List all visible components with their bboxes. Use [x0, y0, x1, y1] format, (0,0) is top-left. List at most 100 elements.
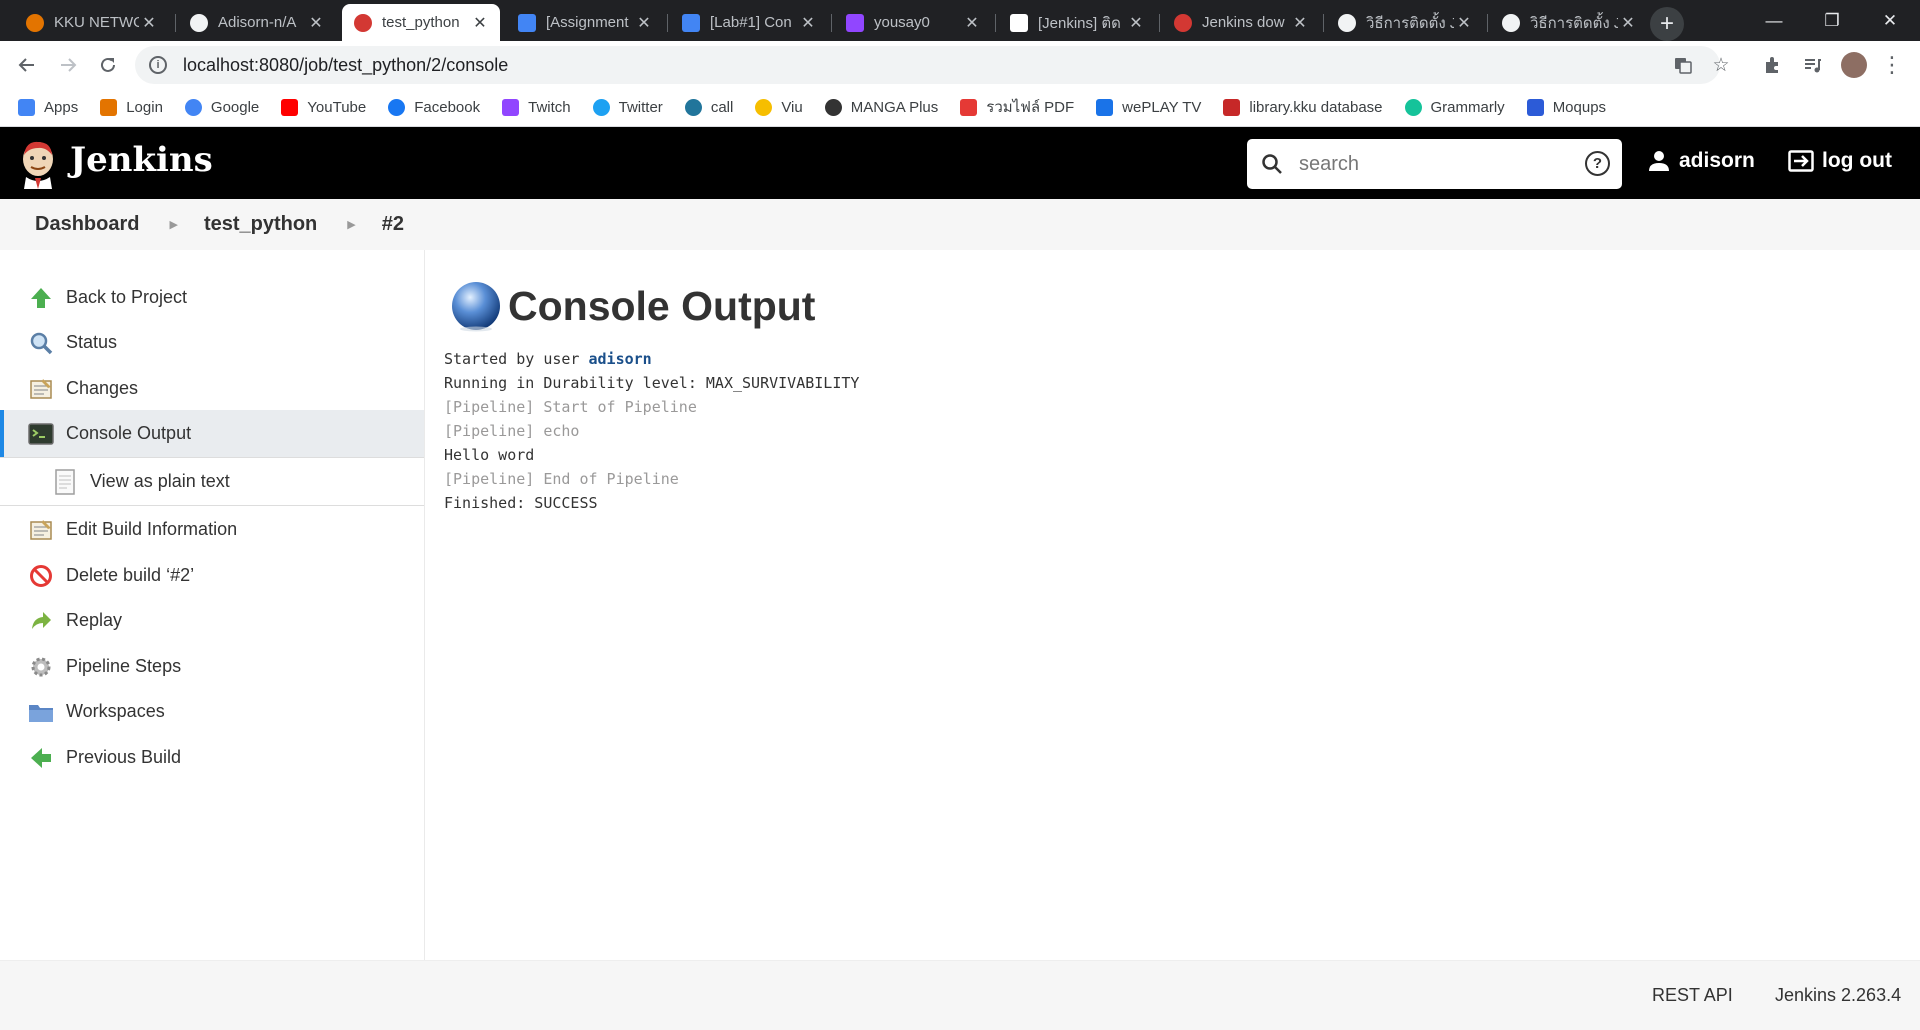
extensions-icon[interactable]: [1756, 49, 1788, 81]
jenkins-logo-icon[interactable]: [18, 137, 58, 189]
address-bar[interactable]: i localhost:8080/job/test_python/2/conso…: [135, 46, 1730, 84]
search-input[interactable]: [1299, 152, 1574, 176]
main-panel: Console Output Started by user adisorn R…: [426, 250, 1920, 960]
tab-separator: [175, 14, 176, 32]
document-icon: [52, 468, 78, 495]
sidebar-item-workspaces[interactable]: Workspaces: [0, 688, 424, 735]
sidebar-item-delete-build[interactable]: Delete build ‘#2’: [0, 552, 424, 599]
logout-link[interactable]: log out: [1788, 149, 1892, 173]
address-url: localhost:8080/job/test_python/2/console: [183, 54, 509, 75]
bookmark-star-icon[interactable]: ☆: [1709, 53, 1733, 77]
bookmark-label: รวมไฟล์ PDF: [986, 99, 1075, 116]
tab-close-icon[interactable]: ✕: [139, 13, 159, 33]
close-window-button[interactable]: ✕: [1862, 0, 1918, 41]
manga-plus-icon: [824, 98, 842, 116]
sidebar-item-label: Workspaces: [66, 701, 165, 721]
profile-avatar[interactable]: [1838, 49, 1870, 81]
tab-separator: [1487, 14, 1488, 32]
user-link[interactable]: adisorn: [1648, 149, 1755, 173]
jenkins-title[interactable]: Jenkins: [70, 140, 213, 180]
tab-label: test_python: [382, 14, 460, 31]
sidebar-item-view-plain-text[interactable]: View as plain text: [0, 458, 424, 505]
sidebar-item-status[interactable]: Status: [0, 319, 424, 366]
bookmark-library[interactable]: library.kku database: [1223, 98, 1383, 116]
chevron-right-icon[interactable]: ▶: [347, 218, 355, 231]
browser-tab[interactable]: [Assignment ✕: [506, 4, 664, 41]
bookmark-pdf[interactable]: รวมไฟล์ PDF: [960, 95, 1074, 119]
medium-icon: [1010, 13, 1028, 32]
tab-close-icon[interactable]: ✕: [470, 13, 490, 33]
sidebar-item-label: Delete build ‘#2’: [66, 565, 195, 585]
tab-close-icon[interactable]: ✕: [1618, 13, 1638, 33]
translate-icon[interactable]: [1671, 53, 1695, 77]
back-button[interactable]: [11, 49, 43, 81]
browser-menu-icon[interactable]: ⋮: [1876, 49, 1908, 81]
minimize-button[interactable]: —: [1746, 0, 1802, 41]
reload-button[interactable]: [92, 49, 124, 81]
user-icon: [1649, 151, 1669, 171]
browser-tab[interactable]: [Lab#1] Con ✕: [670, 4, 828, 41]
tab-close-icon[interactable]: ✕: [962, 13, 982, 33]
sidebar-item-replay[interactable]: Replay: [0, 597, 424, 644]
bookmark-twitter[interactable]: Twitter: [592, 98, 663, 116]
breadcrumb: Dashboard ▶ test_python ▶ #2: [0, 199, 1920, 250]
tab-close-icon[interactable]: ✕: [1454, 13, 1474, 33]
breadcrumb-build[interactable]: #2: [382, 213, 404, 236]
sidebar-item-changes[interactable]: Changes: [0, 365, 424, 412]
browser-tab[interactable]: Adisorn-n/A ✕: [178, 4, 336, 41]
tab-close-icon[interactable]: ✕: [306, 13, 326, 33]
browser-toolbar: i localhost:8080/job/test_python/2/conso…: [0, 41, 1920, 88]
breadcrumb-job[interactable]: test_python: [204, 213, 317, 236]
sidebar-item-previous-build[interactable]: Previous Build: [0, 734, 424, 781]
sidebar-item-label: Changes: [66, 378, 139, 398]
library-icon: [1223, 98, 1241, 116]
bookmark-login[interactable]: Login: [100, 98, 163, 116]
browser-tab[interactable]: วิธีการติดตั้ง J ✕: [1326, 4, 1484, 41]
breadcrumb-dashboard[interactable]: Dashboard: [35, 213, 139, 236]
classroom-icon: [518, 13, 536, 32]
help-icon[interactable]: ?: [1585, 151, 1610, 176]
bookmark-call[interactable]: call: [684, 98, 734, 116]
tab-close-icon[interactable]: ✕: [634, 13, 654, 33]
tab-close-icon[interactable]: ✕: [1126, 13, 1146, 33]
bookmark-weplay-tv[interactable]: wePLAY TV: [1096, 98, 1201, 116]
sidebar-item-label: Replay: [66, 610, 123, 630]
console-user-link[interactable]: adisorn: [589, 350, 652, 368]
tab-close-icon[interactable]: ✕: [798, 13, 818, 33]
sidebar-item-console-output[interactable]: Console Output: [0, 410, 424, 457]
classroom-icon: [682, 13, 700, 32]
browser-tab[interactable]: yousay0 ✕: [834, 4, 992, 41]
tab-label: Adisorn-n/A: [218, 14, 297, 31]
bookmark-apps[interactable]: Apps: [18, 98, 78, 116]
media-controls-icon[interactable]: [1796, 49, 1828, 81]
wordpress-icon: [684, 98, 702, 116]
browser-tab[interactable]: KKU NETWO ✕: [14, 4, 169, 41]
twitch-icon: [846, 13, 864, 32]
forward-button[interactable]: [52, 49, 84, 81]
chevron-right-icon[interactable]: ▶: [169, 218, 177, 231]
tab-close-icon[interactable]: ✕: [1290, 13, 1310, 33]
bookmark-youtube[interactable]: YouTube: [281, 98, 366, 116]
bookmark-viu[interactable]: Viu: [755, 98, 803, 116]
bookmark-moqups[interactable]: Moqups: [1526, 98, 1606, 116]
sidebar-item-label: Console Output: [66, 423, 192, 443]
bookmark-facebook[interactable]: Facebook: [388, 98, 480, 116]
bookmark-twitch[interactable]: Twitch: [502, 98, 571, 116]
bookmark-label: Twitch: [528, 98, 571, 116]
bookmark-grammarly[interactable]: Grammarly: [1404, 98, 1505, 116]
new-tab-button[interactable]: +: [1650, 7, 1684, 41]
rest-api-link[interactable]: REST API: [1652, 985, 1733, 1006]
browser-tab[interactable]: [Jenkins] ติด ✕: [998, 4, 1156, 41]
browser-tab-active[interactable]: test_python ✕: [342, 4, 500, 41]
browser-tab[interactable]: วิธีการติดตั้ง Je ✕: [1490, 4, 1648, 41]
browser-tab[interactable]: Jenkins dow ✕: [1162, 4, 1320, 41]
sidebar-item-back-to-project[interactable]: Back to Project: [0, 274, 424, 321]
jenkins-version-link[interactable]: Jenkins 2.263.4: [1775, 985, 1901, 1006]
sidebar-item-edit-build-info[interactable]: Edit Build Information: [0, 506, 424, 553]
sidebar-item-pipeline-steps[interactable]: Pipeline Steps: [0, 643, 424, 690]
bookmark-manga-plus[interactable]: MANGA Plus: [824, 98, 938, 116]
maximize-button[interactable]: ❐: [1804, 0, 1860, 41]
bookmark-label: call: [710, 98, 734, 116]
site-info-icon[interactable]: i: [149, 56, 167, 74]
bookmark-google[interactable]: Google: [184, 98, 259, 116]
